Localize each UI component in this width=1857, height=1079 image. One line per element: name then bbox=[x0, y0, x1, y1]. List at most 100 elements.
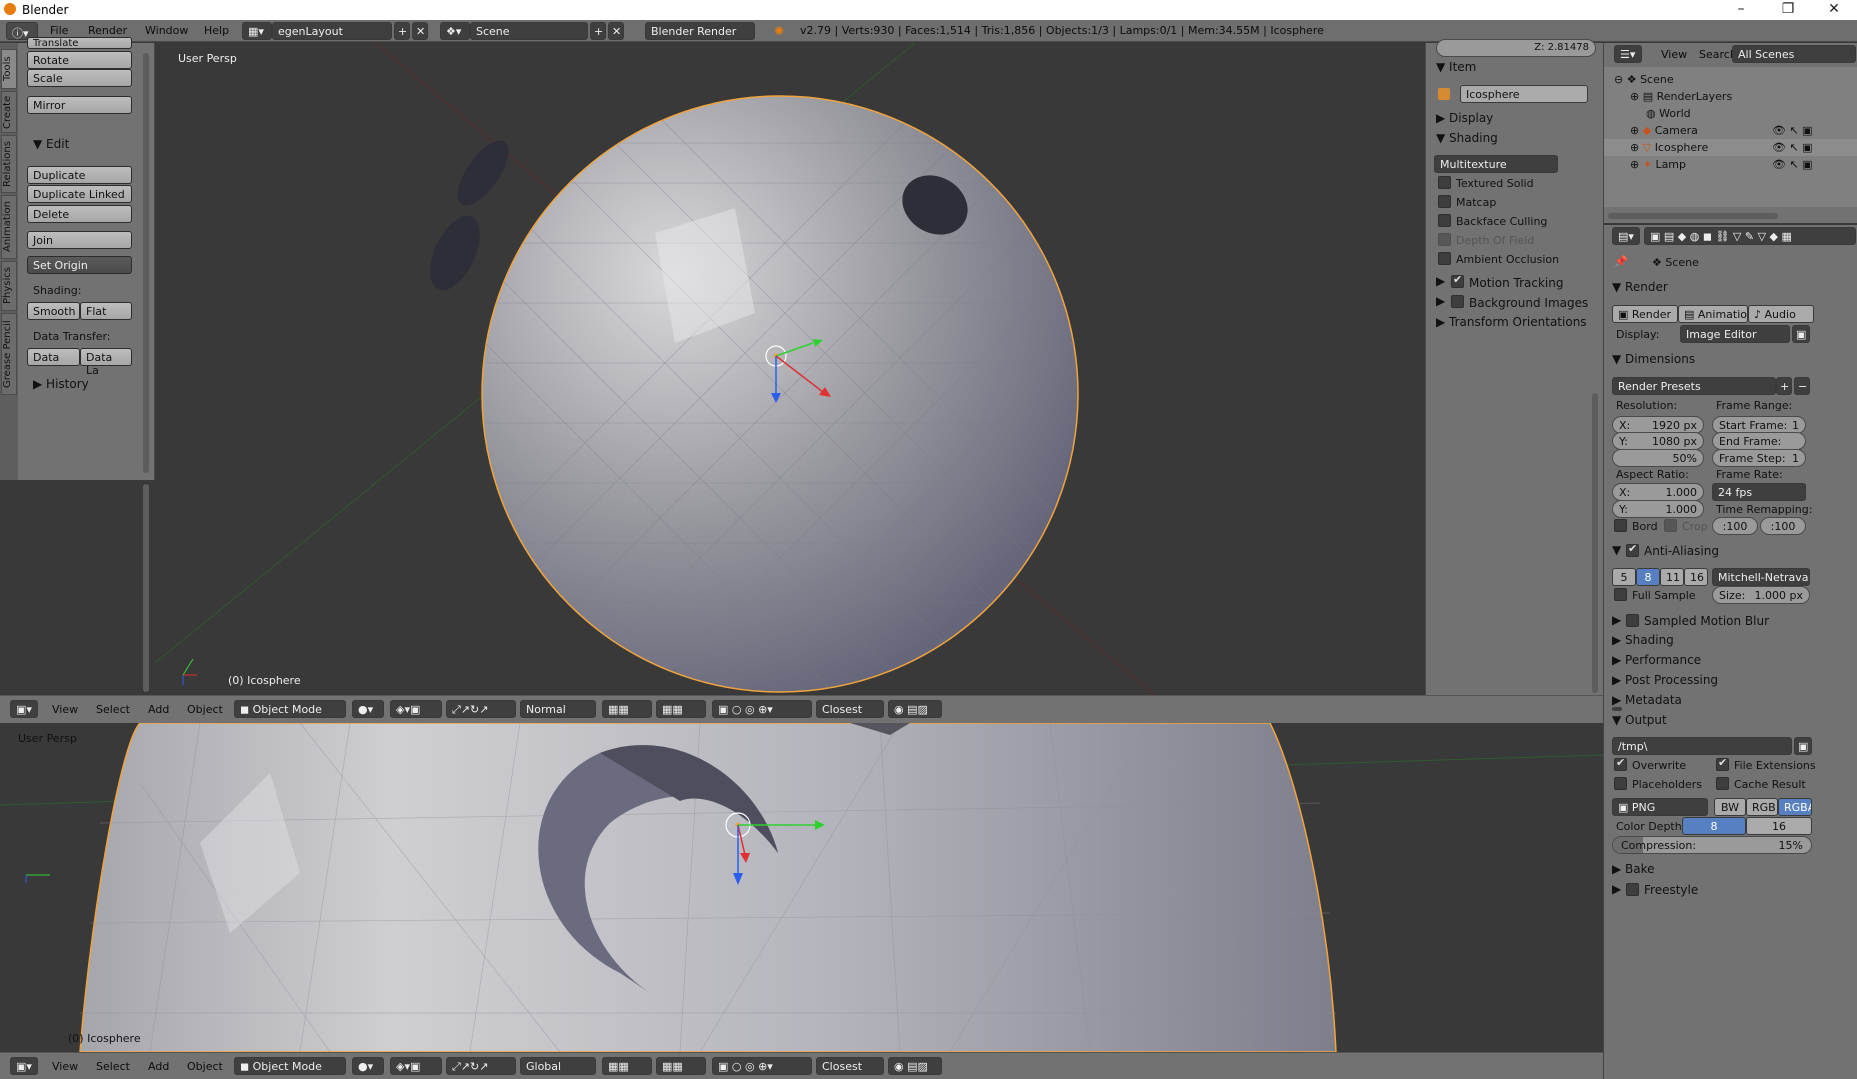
metadata-header[interactable]: ▶ Metadata bbox=[1612, 693, 1682, 707]
render-presets-select[interactable]: Render Presets bbox=[1612, 377, 1776, 395]
rotate-button[interactable]: Rotate bbox=[27, 51, 132, 69]
display-select[interactable]: Image Editor bbox=[1680, 325, 1790, 343]
object-menu-top[interactable]: Object bbox=[187, 703, 223, 716]
data-layout-button[interactable]: Data La bbox=[80, 348, 132, 377]
snap-select-bottom[interactable]: Closest bbox=[816, 1057, 884, 1075]
render-camera-icons[interactable]: ◉ ▤▨ bbox=[888, 700, 942, 718]
color-rgba-button[interactable]: RGBA bbox=[1778, 798, 1812, 816]
output-header[interactable]: ▼ Output bbox=[1612, 713, 1667, 727]
resolution-y-field[interactable]: Y: 1080 px bbox=[1612, 432, 1704, 450]
tab-create[interactable]: Create bbox=[1, 91, 17, 133]
view-menu-bottom[interactable]: View bbox=[52, 1060, 78, 1073]
compression-slider[interactable]: Compression: 15% bbox=[1612, 836, 1812, 854]
lamp-visibility-icons[interactable]: 👁 ↖ ▣ bbox=[1772, 158, 1813, 171]
mode-select-bottom[interactable]: ◼ Object Mode bbox=[234, 1057, 346, 1075]
outliner-item-icosphere[interactable]: ⊕ ▽ Icosphere bbox=[1630, 141, 1708, 154]
orientation-select-top[interactable]: Normal bbox=[520, 700, 596, 718]
view-menu-top[interactable]: View bbox=[52, 703, 78, 716]
file-format-select[interactable]: ▣ PNG bbox=[1612, 798, 1708, 816]
shading-props-header[interactable]: ▶ Shading bbox=[1612, 633, 1674, 647]
layers-grid-1[interactable]: ▦▦ bbox=[602, 700, 652, 718]
border-checkbox[interactable] bbox=[1614, 519, 1627, 532]
layers-grid-2-bottom[interactable]: ▦▦ bbox=[656, 1057, 706, 1075]
orientation-select-bottom[interactable]: Global bbox=[520, 1057, 596, 1075]
color-depth-16[interactable]: 16 bbox=[1746, 817, 1812, 835]
layout-add-icon[interactable]: + bbox=[394, 22, 410, 40]
filter-size-field[interactable]: Size: 1.000 px bbox=[1712, 586, 1810, 604]
z-location-field[interactable]: Z: 2.81478 bbox=[1436, 39, 1596, 57]
menu-render[interactable]: Render bbox=[88, 24, 127, 37]
history-panel-header[interactable]: ▶ History bbox=[33, 377, 89, 391]
full-sample-checkbox[interactable] bbox=[1614, 588, 1627, 601]
render-camera-icons-bottom[interactable]: ◉ ▤▨ bbox=[888, 1057, 942, 1075]
color-rgb-button[interactable]: RGB bbox=[1746, 798, 1778, 816]
color-depth-8[interactable]: 8 bbox=[1682, 817, 1746, 835]
data-button[interactable]: Data bbox=[27, 348, 80, 366]
aa-samples-16[interactable]: 16 bbox=[1684, 568, 1708, 586]
freestyle-checkbox[interactable] bbox=[1626, 883, 1639, 896]
outliner-item-lamp[interactable]: ⊕ ✦ Lamp bbox=[1630, 158, 1686, 171]
object-menu-bottom[interactable]: Object bbox=[187, 1060, 223, 1073]
translate-button[interactable]: Translate bbox=[27, 37, 132, 49]
post-processing-header[interactable]: ▶ Post Processing bbox=[1612, 673, 1718, 687]
outliner-scrollbar[interactable] bbox=[1608, 213, 1778, 219]
outliner-editor-type[interactable]: ☰▾ bbox=[1614, 45, 1642, 63]
proportional-edit-icons-bottom[interactable]: ▣ ○ ◎ ⊕▾ bbox=[712, 1057, 812, 1075]
render-button[interactable]: ▣ Render bbox=[1612, 305, 1678, 323]
motion-tracking-checkbox[interactable] bbox=[1451, 273, 1464, 288]
performance-header[interactable]: ▶ Performance bbox=[1612, 653, 1701, 667]
aspect-x-field[interactable]: X: 1.000 bbox=[1612, 483, 1704, 501]
add-menu-top[interactable]: Add bbox=[148, 703, 169, 716]
file-extensions-checkbox[interactable] bbox=[1716, 756, 1729, 771]
matcap-checkbox[interactable] bbox=[1438, 195, 1451, 208]
transform-orientations-header[interactable]: ▶ Transform Orientations bbox=[1436, 315, 1587, 329]
close-button[interactable]: ✕ bbox=[1811, 0, 1857, 20]
background-images-checkbox[interactable] bbox=[1451, 295, 1464, 308]
color-bw-button[interactable]: BW bbox=[1714, 798, 1746, 816]
output-path-field[interactable]: /tmp\ bbox=[1612, 737, 1792, 755]
join-button[interactable]: Join bbox=[27, 231, 132, 249]
display-panel-header[interactable]: ▶ Display bbox=[1436, 111, 1493, 125]
resolution-percent-field[interactable]: 50% bbox=[1612, 449, 1704, 467]
tab-tools[interactable]: Tools bbox=[1, 49, 17, 89]
aa-samples-8[interactable]: 8 bbox=[1636, 568, 1660, 586]
manipulator-icons-bottom[interactable]: ⤢↗↻↗ bbox=[446, 1057, 516, 1075]
properties-editor-type[interactable]: ▤▾ bbox=[1612, 227, 1640, 245]
audio-button[interactable]: ♪ Audio bbox=[1748, 305, 1814, 323]
aa-samples-11[interactable]: 11 bbox=[1660, 568, 1684, 586]
anti-aliasing-header[interactable]: ▼ bbox=[1612, 543, 1621, 557]
folder-icon[interactable]: ▣ bbox=[1794, 737, 1812, 755]
display-toggle-icon[interactable]: ▣ bbox=[1792, 325, 1810, 343]
layers-grid-1-bottom[interactable]: ▦▦ bbox=[602, 1057, 652, 1075]
manipulator-icons[interactable]: ⤢↗↻↗ bbox=[446, 700, 516, 718]
end-frame-field[interactable]: End Frame:250 bbox=[1712, 432, 1806, 461]
aspect-y-field[interactable]: Y: 1.000 bbox=[1612, 500, 1704, 518]
bake-header[interactable]: ▶ Bake bbox=[1612, 862, 1655, 876]
editor-type-button-top[interactable]: ▣▾ bbox=[10, 700, 38, 718]
viewport-top[interactable]: User Persp (0) Icosphere bbox=[155, 43, 1425, 695]
viewport-bottom-canvas[interactable] bbox=[0, 723, 1603, 1052]
proportional-edit-icons[interactable]: ▣ ○ ◎ ⊕▾ bbox=[712, 700, 812, 718]
pivot-icon[interactable]: ◈▾▣ bbox=[390, 700, 442, 718]
select-menu-bottom[interactable]: Select bbox=[96, 1060, 130, 1073]
outliner-item-scene[interactable]: ⊖ ❖ Scene bbox=[1614, 73, 1674, 86]
motion-tracking-header[interactable]: ▶ bbox=[1436, 274, 1445, 288]
icosphere-visibility-icons[interactable]: 👁 ↖ ▣ bbox=[1772, 141, 1813, 154]
placeholders-checkbox[interactable] bbox=[1614, 777, 1627, 790]
tab-animation[interactable]: Animation bbox=[1, 195, 17, 259]
render-engine-select[interactable]: Blender Render bbox=[645, 22, 755, 40]
viewport-top-canvas[interactable] bbox=[155, 43, 1425, 695]
remap-old-field[interactable]: :100 bbox=[1712, 517, 1758, 535]
layout-field[interactable]: egenLayout bbox=[272, 22, 392, 40]
scene-field[interactable]: Scene bbox=[470, 22, 588, 40]
flat-button[interactable]: Flat bbox=[80, 302, 132, 320]
maximize-button[interactable]: ❐ bbox=[1765, 0, 1811, 20]
shading-mode-select[interactable]: Multitexture bbox=[1434, 155, 1558, 173]
mirror-button[interactable]: Mirror bbox=[27, 96, 132, 114]
duplicate-linked-button[interactable]: Duplicate Linked bbox=[27, 185, 132, 203]
freestyle-header[interactable]: ▶ bbox=[1612, 882, 1621, 896]
pin-icon[interactable]: 📌 bbox=[1614, 255, 1628, 268]
menu-window[interactable]: Window bbox=[145, 24, 188, 37]
preset-remove-icon[interactable]: − bbox=[1794, 377, 1810, 395]
mode-select-top[interactable]: ◼ Object Mode bbox=[234, 700, 346, 718]
